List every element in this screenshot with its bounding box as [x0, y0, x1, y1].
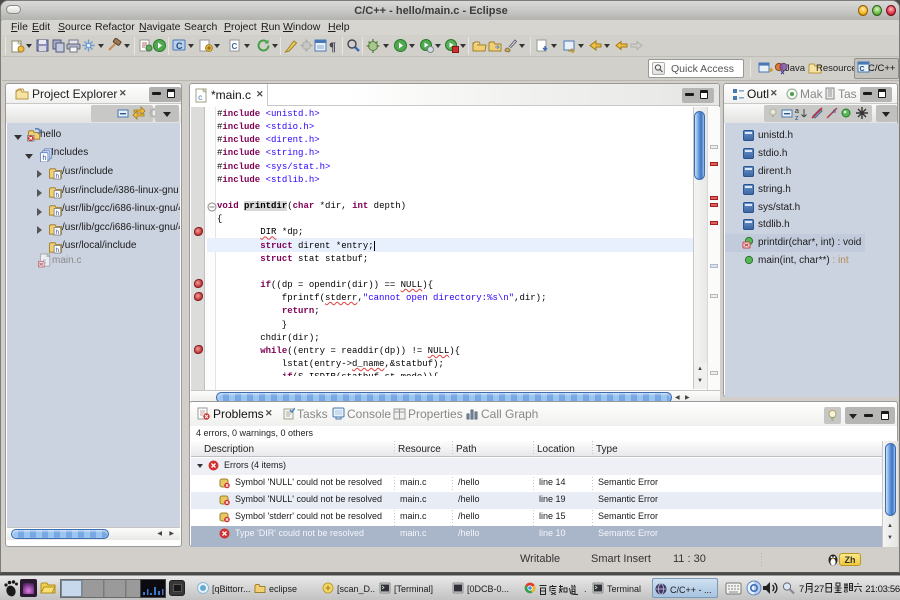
svg-text:s: s	[833, 109, 836, 115]
svg-text:c: c	[198, 94, 203, 103]
svg-text:C: C	[232, 42, 238, 51]
svg-text:h: h	[56, 210, 60, 217]
svg-text:h: h	[56, 229, 60, 236]
svg-text:h: h	[56, 247, 60, 254]
svg-text:z: z	[795, 115, 799, 120]
svg-text:h: h	[42, 153, 46, 162]
svg-text:h: h	[56, 192, 60, 199]
svg-text:a: a	[795, 108, 799, 115]
svg-text:¶: ¶	[329, 39, 336, 53]
svg-text:C: C	[176, 41, 183, 51]
svg-text:h: h	[56, 173, 60, 180]
svg-text:C: C	[860, 66, 865, 73]
